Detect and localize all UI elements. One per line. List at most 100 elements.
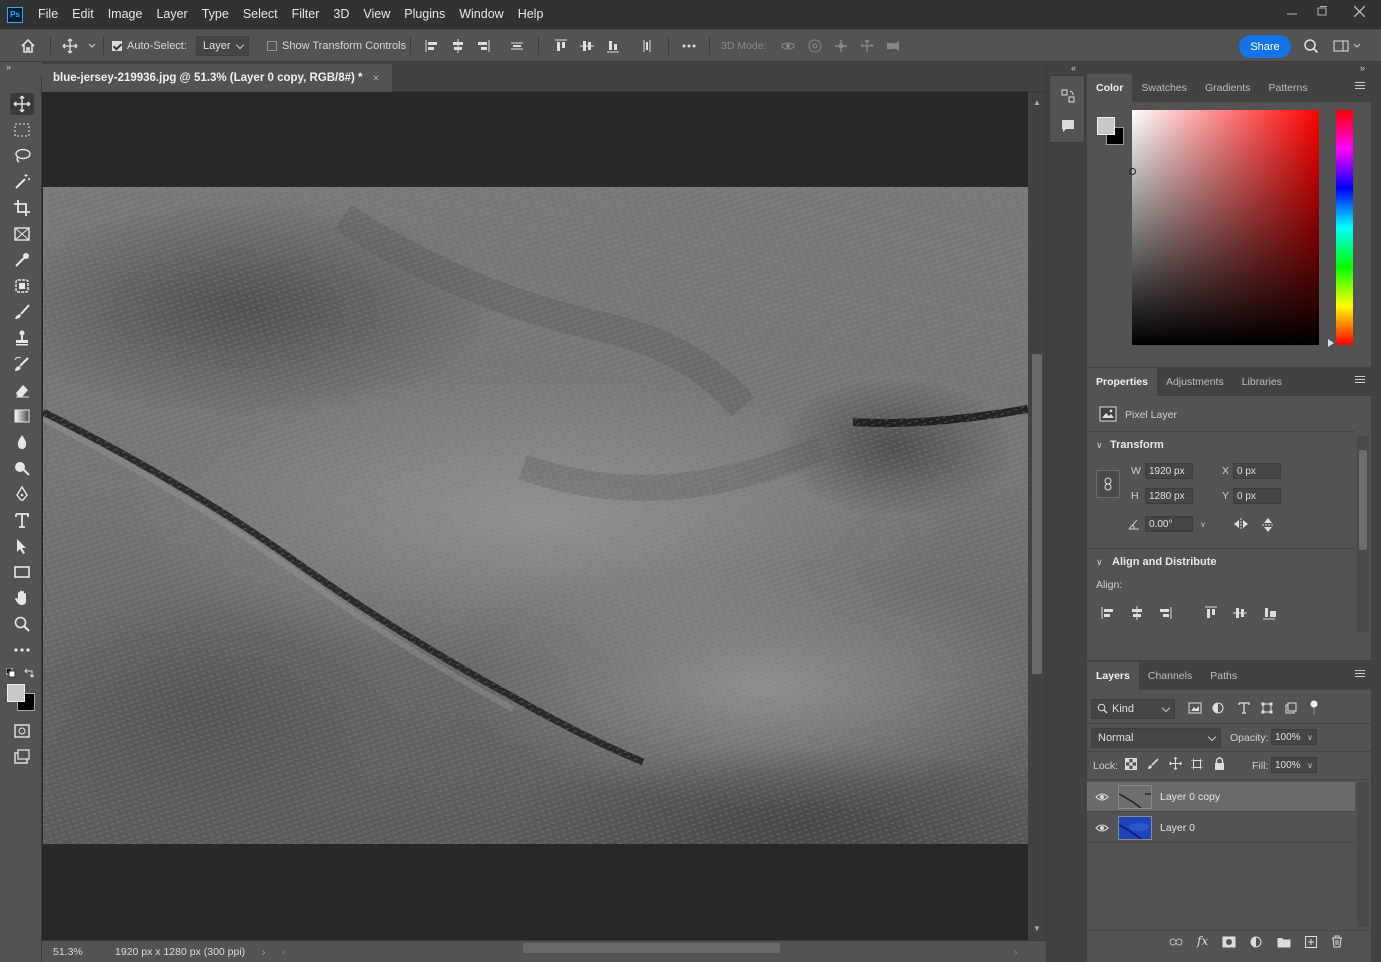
menu-3d[interactable]: 3D [326,0,356,29]
layer-filter-kind-dropdown[interactable]: Kind [1091,699,1175,719]
default-colors-icon[interactable] [5,667,16,678]
align-bottom-edges-icon[interactable] [605,30,621,62]
link-dimensions-icon[interactable] [1096,470,1120,498]
hand-tool-icon[interactable] [10,587,34,609]
lock-position-icon[interactable] [1169,757,1182,773]
filter-pixel-layers-icon[interactable] [1188,702,1202,717]
rectangular-marquee-tool-icon[interactable] [10,119,34,141]
tab-properties[interactable]: Properties [1087,368,1157,396]
hue-slider[interactable] [1336,110,1353,345]
swap-colors-icon[interactable] [24,668,35,678]
tab-channels[interactable]: Channels [1139,662,1201,690]
align-top-edges-icon[interactable] [553,30,569,62]
tab-patterns[interactable]: Patterns [1259,74,1316,102]
menu-help[interactable]: Help [511,0,551,29]
blur-tool-icon[interactable] [10,431,34,453]
panel-align-top-icon[interactable] [1203,605,1219,624]
clone-stamp-tool-icon[interactable] [10,327,34,349]
filter-adjustment-layers-icon[interactable] [1212,702,1224,717]
rectangle-tool-icon[interactable] [10,561,34,583]
new-layer-icon[interactable] [1305,936,1317,951]
layer-effects-icon[interactable]: fx [1197,934,1208,948]
layer-row[interactable]: Layer 0 [1087,813,1355,843]
gradient-tool-icon[interactable] [10,405,34,427]
history-panel-icon[interactable] [1060,88,1076,107]
new-group-icon[interactable] [1277,936,1291,951]
lock-transparent-pixels-icon[interactable] [1125,758,1137,773]
properties-panel-menu-icon[interactable] [1355,376,1365,386]
color-picker-marker-icon[interactable] [1129,168,1136,175]
fill-chevron-icon[interactable]: ∨ [1307,761,1313,770]
scroll-right-icon[interactable]: › [1014,946,1018,958]
align-vertical-centers-icon[interactable] [579,30,595,62]
layers-panel-menu-icon[interactable] [1355,670,1365,680]
zoom-tool-icon[interactable] [10,613,34,635]
vertical-scrollbar[interactable]: ▲ ▼ [1028,92,1046,940]
tab-adjustments[interactable]: Adjustments [1157,368,1233,396]
tab-libraries[interactable]: Libraries [1233,368,1291,396]
hue-slider-marker-icon[interactable] [1328,339,1334,347]
tab-color[interactable]: Color [1087,74,1133,102]
restore-icon[interactable] [1307,0,1337,22]
path-selection-tool-icon[interactable] [10,535,34,557]
show-transform-controls-checkbox[interactable]: Show Transform Controls [267,30,406,62]
align-right-edges-icon[interactable] [475,30,491,62]
menu-file[interactable]: File [31,0,65,29]
auto-select-check-icon[interactable] [112,41,122,51]
align-left-edges-icon[interactable] [424,30,440,62]
close-document-icon[interactable]: × [373,71,380,85]
share-button[interactable]: Share [1239,35,1291,58]
auto-select-target-dropdown[interactable]: Layer [196,36,249,56]
y-position-field[interactable]: 0 px [1233,488,1281,504]
menu-filter[interactable]: Filter [285,0,327,29]
menu-layer[interactable]: Layer [149,0,194,29]
visibility-eye-icon[interactable] [1095,790,1109,804]
quick-mask-icon[interactable] [10,720,34,742]
menu-image[interactable]: Image [101,0,150,29]
home-icon[interactable] [20,30,36,62]
frame-tool-icon[interactable] [10,223,34,245]
lock-artboard-icon[interactable] [1191,758,1203,773]
panel-align-center-icon[interactable] [1129,605,1145,624]
move-tool-icon[interactable] [10,93,34,115]
color-panel-menu-icon[interactable] [1355,82,1365,92]
document-tab[interactable]: blue-jersey-219936.jpg @ 51.3% (Layer 0 … [42,64,392,92]
x-position-field[interactable]: 0 px [1233,463,1281,479]
scroll-left-icon[interactable]: ‹ [282,946,286,958]
pen-tool-icon[interactable] [10,483,34,505]
magic-wand-tool-icon[interactable] [10,171,34,193]
eyedropper-tool-icon[interactable] [10,249,34,271]
close-icon[interactable] [1337,0,1381,22]
properties-scroll-thumb[interactable] [1359,450,1367,550]
tab-gradients[interactable]: Gradients [1196,74,1260,102]
height-field[interactable]: 1280 px [1145,488,1193,504]
scroll-up-icon[interactable]: ▲ [1033,98,1041,107]
filter-toggle-icon[interactable] [1309,700,1319,719]
menu-edit[interactable]: Edit [65,0,101,29]
comments-panel-icon[interactable] [1060,118,1076,137]
layer-row[interactable]: Layer 0 copy [1087,782,1355,812]
flip-horizontal-icon[interactable] [1233,517,1249,534]
toolbar-collapse-icon[interactable]: » [0,62,42,76]
blend-mode-dropdown[interactable]: Normal [1091,728,1221,748]
align-horizontal-centers-icon[interactable] [450,30,466,62]
link-layers-icon[interactable] [1169,937,1183,950]
dodge-tool-icon[interactable] [10,457,34,479]
canvas-image[interactable] [43,187,1028,844]
tab-swatches[interactable]: Swatches [1132,74,1196,102]
edit-toolbar-icon[interactable] [10,639,34,661]
angle-field[interactable]: 0.00° ∨ [1145,516,1206,532]
tool-preset-chevron-icon[interactable] [88,30,96,62]
panel-align-middle-icon[interactable] [1232,605,1248,624]
flip-vertical-icon[interactable] [1261,517,1275,536]
new-adjustment-layer-icon[interactable] [1250,936,1262,951]
color-foreground-swatch[interactable] [1097,117,1115,135]
auto-select-checkbox[interactable]: Auto-Select: [112,30,187,62]
crop-tool-icon[interactable] [10,197,34,219]
foreground-color-swatch[interactable] [7,684,25,702]
dock-collapse-icon[interactable]: « [1071,63,1076,73]
screen-mode-icon[interactable] [10,746,34,768]
lasso-tool-icon[interactable] [10,145,34,167]
more-options-icon[interactable] [681,30,697,62]
opacity-field[interactable]: 100% ∨ [1271,729,1317,745]
